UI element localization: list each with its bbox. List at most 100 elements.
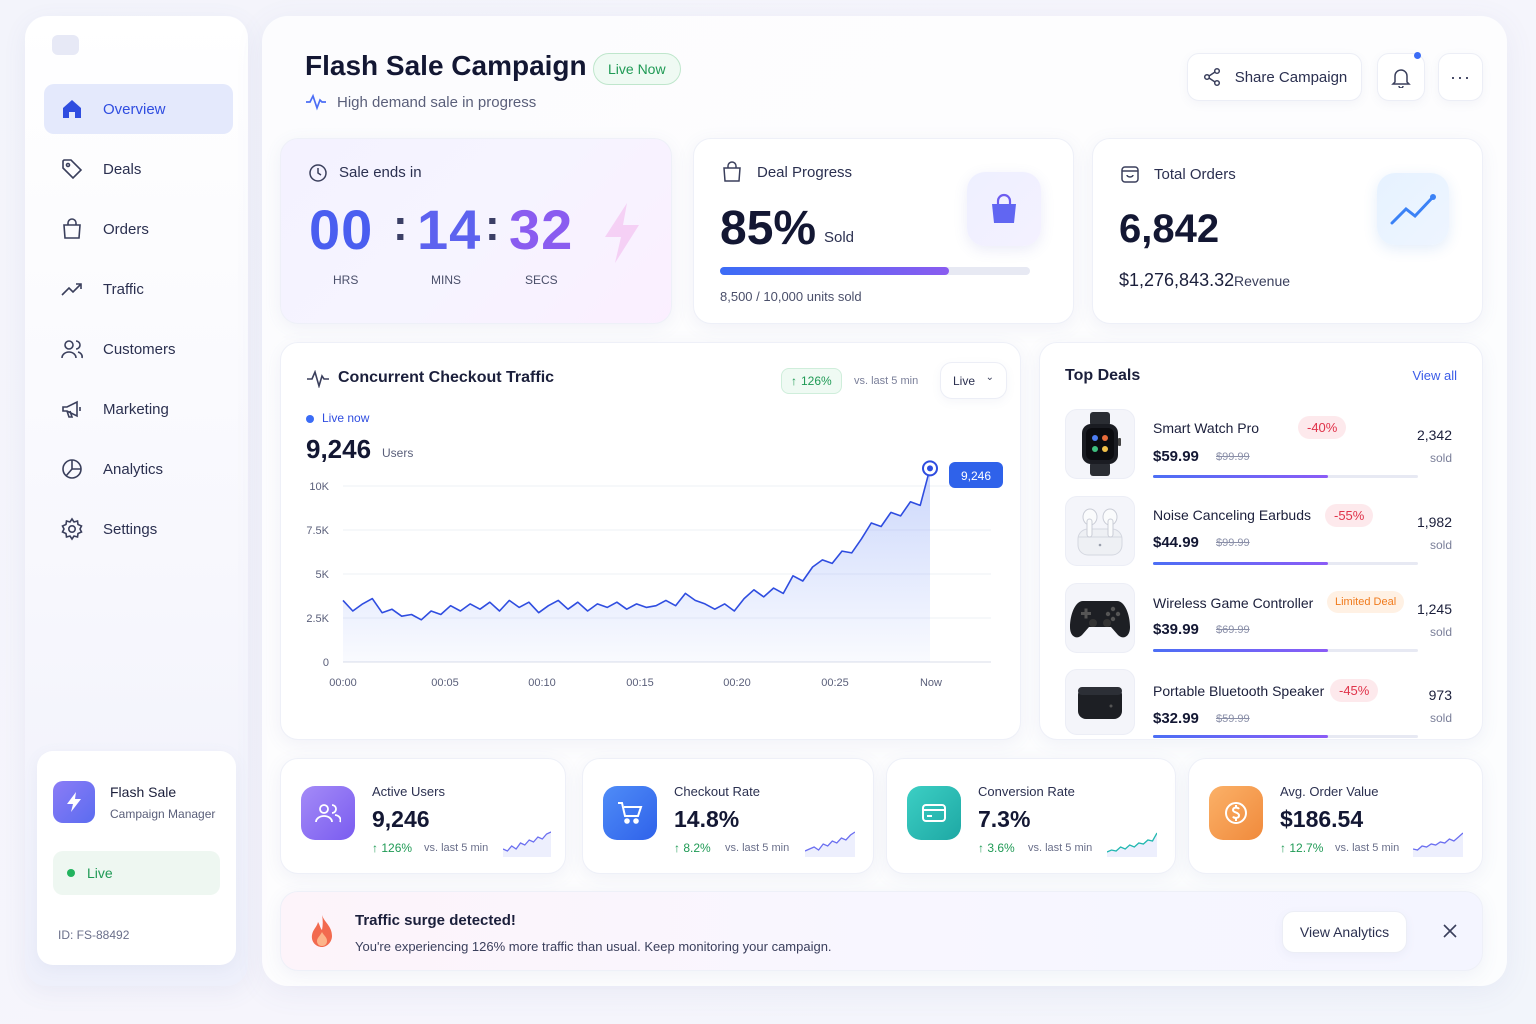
sidebar-item-traffic[interactable]: Traffic	[44, 264, 233, 314]
more-options-button[interactable]: ···	[1438, 53, 1483, 101]
close-icon[interactable]	[1438, 919, 1462, 943]
sidebar-item-label: Traffic	[103, 280, 144, 298]
deal-price: $59.99	[1153, 448, 1199, 465]
stat-label: Active Users	[372, 784, 445, 799]
deal-sold-count: 973	[1428, 687, 1452, 703]
view-all-link[interactable]: View all	[1412, 368, 1457, 383]
dollar-icon	[1209, 786, 1263, 840]
notifications-button[interactable]	[1377, 52, 1425, 101]
cart-icon	[603, 786, 657, 840]
campaign-title: Flash Sale	[110, 784, 177, 800]
bag-icon	[63, 218, 81, 239]
live-status: Live	[53, 851, 220, 895]
checkout-rate-card: Checkout Rate 14.8% ↑ 8.2% vs. last 5 mi…	[582, 758, 874, 874]
deal-name: Wireless Game Controller	[1153, 595, 1314, 611]
discount-badge: -40%	[1298, 416, 1347, 439]
clock-icon	[309, 164, 327, 182]
sidebar: Overview Deals Orders Traffic Customers …	[25, 16, 248, 986]
sidebar-item-deals[interactable]: Deals	[44, 144, 233, 194]
tag-icon	[62, 159, 83, 180]
deal-sold-label: sold	[1429, 538, 1452, 552]
sparkline-area	[1413, 833, 1463, 857]
sidebar-item-customers[interactable]: Customers	[44, 324, 233, 374]
x-tick-label: 00:15	[626, 677, 654, 689]
top-deals-card: Top Deals View all Smart Watch Pro -40% …	[1039, 342, 1483, 740]
deal-old-price: $99.99	[1216, 537, 1250, 549]
deal-sold-fill	[1153, 562, 1328, 565]
sidebar-item-label: Analytics	[103, 460, 164, 478]
page-subtitle: High demand sale in progress	[337, 94, 537, 111]
sidebar-item-settings[interactable]: Settings	[44, 504, 233, 554]
sidebar-item-analytics[interactable]: Analytics	[44, 444, 233, 494]
alert-message: You're experiencing 126% more traffic th…	[355, 939, 832, 954]
view-analytics-button[interactable]: View Analytics	[1282, 911, 1407, 953]
traffic-chart-card: Concurrent Checkout Traffic ↑ 126% vs. la…	[280, 342, 1021, 740]
deal-progress-suffix: Sold	[824, 229, 855, 246]
share-campaign-button[interactable]: Share Campaign	[1187, 53, 1362, 101]
gear-icon	[61, 517, 83, 541]
sparkline	[1107, 832, 1157, 857]
shopping-bag-icon	[967, 172, 1041, 246]
countdown-seconds: 32	[509, 198, 574, 261]
deal-name: Smart Watch Pro	[1153, 420, 1260, 436]
sparkline-area	[805, 832, 855, 857]
deal-item[interactable]: Wireless Game Controller Limited Deal $3…	[1040, 581, 1484, 663]
deal-price: $32.99	[1153, 710, 1199, 727]
y-tick-label: 7.5K	[306, 525, 329, 537]
deal-progress-value: 85%	[720, 202, 817, 255]
y-tick-label: 2.5K	[306, 613, 329, 625]
notification-dot	[1414, 52, 1421, 59]
stat-value: 14.8%	[674, 806, 740, 832]
deal-item[interactable]: Portable Bluetooth Speaker -45% $32.99 $…	[1040, 667, 1484, 739]
seconds-label: SECS	[525, 273, 558, 287]
x-tick-label: 00:10	[528, 677, 556, 689]
discount-badge: -55%	[1325, 504, 1374, 527]
minutes-label: MINS	[431, 273, 461, 287]
countdown-minutes: 14	[417, 198, 482, 261]
countdown-hours: 00	[309, 198, 374, 261]
live-now-badge: Live Now	[593, 53, 681, 85]
traffic-surge-alert: Traffic surge detected! You're experienc…	[280, 891, 1483, 971]
deal-progress-bar	[720, 267, 1030, 275]
sidebar-item-orders[interactable]: Orders	[44, 204, 233, 254]
stat-change-label: vs. last 5 min	[424, 842, 489, 854]
stat-value: 7.3%	[978, 806, 1031, 832]
deal-sold-label: sold	[1429, 451, 1452, 465]
lightning-icon	[605, 203, 639, 263]
campaign-card: Flash Sale Campaign Manager Live ID: FS-…	[37, 751, 236, 965]
sidebar-item-marketing[interactable]: Marketing	[44, 384, 233, 434]
stat-label: Conversion Rate	[978, 784, 1075, 799]
active-users-card: Active Users 9,246 ↑ 126% vs. last 5 min	[280, 758, 566, 874]
deal-sold-count: 2,342	[1416, 427, 1452, 443]
fire-icon	[311, 915, 332, 947]
revenue-value: $1,276,843.32	[1119, 270, 1235, 290]
live-status-label: Live	[87, 865, 113, 881]
x-tick-label: 00:05	[431, 677, 459, 689]
deal-item[interactable]: Smart Watch Pro -40% $59.99 $99.99 2,342…	[1040, 407, 1484, 489]
stat-label: Avg. Order Value	[1280, 784, 1379, 799]
lightning-icon	[53, 781, 95, 823]
stat-change-label: vs. last 5 min	[1028, 842, 1093, 854]
deal-item[interactable]: Noise Canceling Earbuds -55% $44.99 $99.…	[1040, 494, 1484, 576]
sidebar-item-label: Deals	[103, 160, 142, 178]
avg-order-value-card: Avg. Order Value $186.54 ↑ 12.7% vs. las…	[1188, 758, 1483, 874]
countdown-separator: :	[485, 201, 500, 250]
arrow-up-icon: ↑	[978, 841, 988, 855]
earbuds-image	[1065, 496, 1135, 566]
stat-value: $186.54	[1280, 806, 1364, 832]
discount-badge: -45%	[1330, 679, 1379, 702]
sidebar-item-overview[interactable]: Overview	[44, 84, 233, 134]
revenue-label: Revenue	[1234, 273, 1291, 289]
deal-name: Noise Canceling Earbuds	[1153, 507, 1311, 523]
sparkline-area	[503, 832, 551, 857]
share-campaign-label: Share Campaign	[1234, 68, 1348, 86]
arrow-up-icon: ↑	[1280, 841, 1290, 855]
deal-sold-bar	[1153, 735, 1418, 738]
bag-icon	[723, 161, 741, 182]
x-tick-label: 00:20	[723, 677, 751, 689]
y-tick-label: 5K	[316, 569, 330, 581]
sidebar-item-label: Settings	[103, 520, 158, 538]
conversion-rate-card: Conversion Rate 7.3% ↑ 3.6% vs. last 5 m…	[886, 758, 1176, 874]
deal-price: $44.99	[1153, 534, 1199, 551]
deal-sold-label: sold	[1429, 625, 1452, 639]
